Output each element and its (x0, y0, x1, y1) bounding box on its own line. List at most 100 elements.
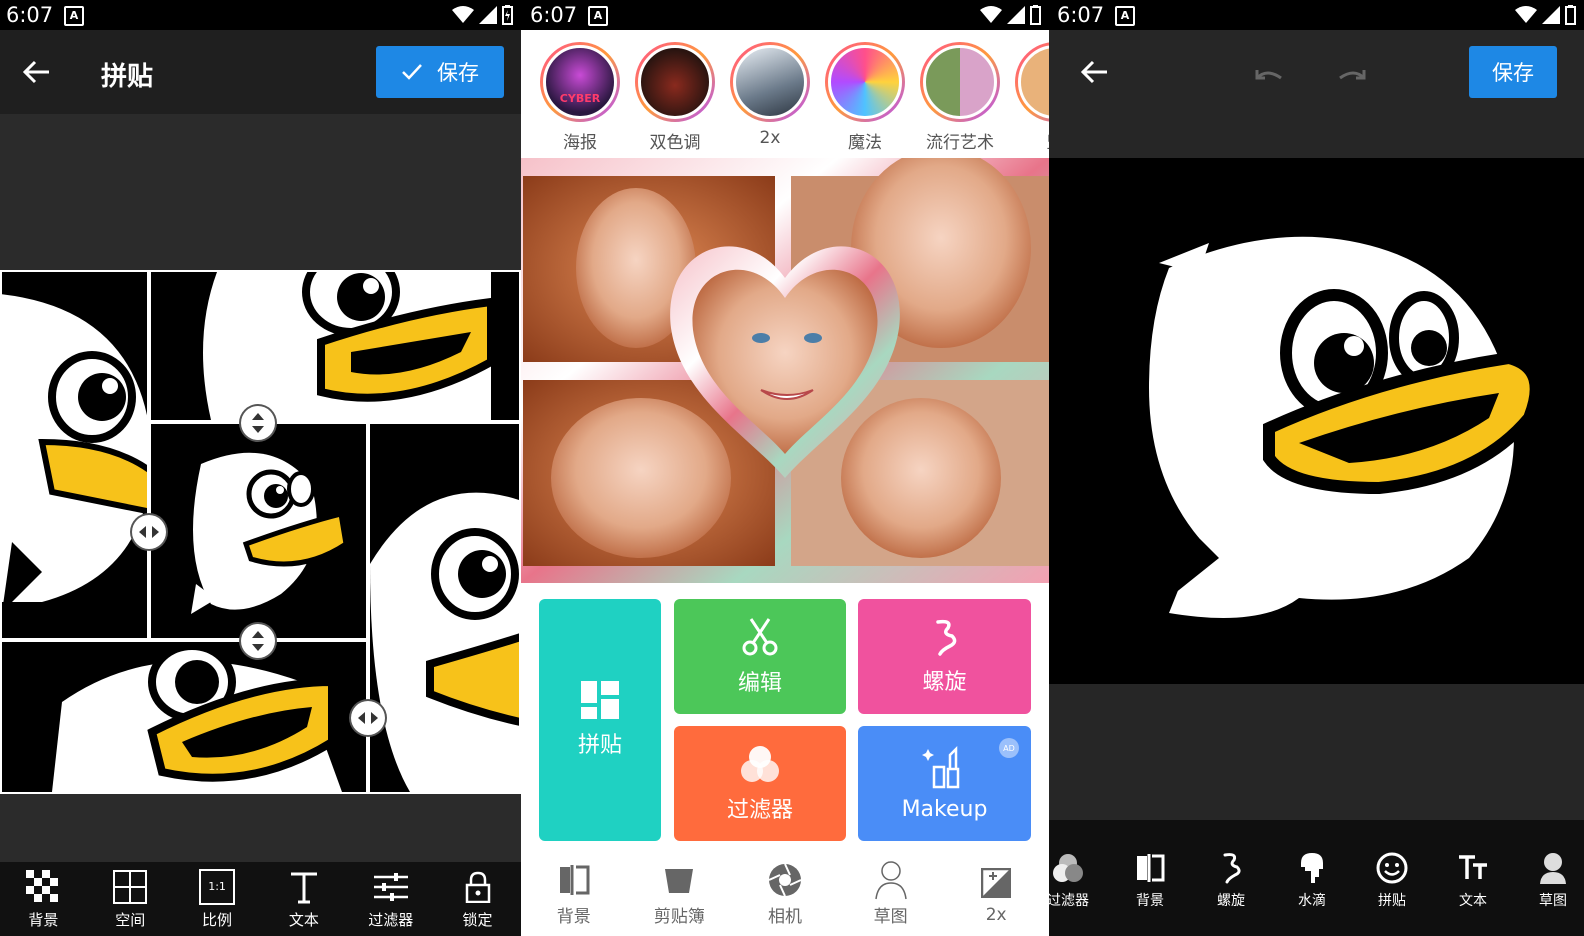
scrapbook-icon (665, 869, 694, 893)
redo-button[interactable] (1332, 58, 1372, 92)
notification-a-icon: A (1115, 6, 1135, 26)
effect-label: 魔法 (848, 133, 882, 153)
status-time: 6:07 (1057, 3, 1105, 27)
bottom-label: 2x (985, 904, 1007, 925)
battery-icon (1565, 5, 1576, 25)
tool-label: 过滤器 (1049, 893, 1089, 909)
duck-image (52, 642, 342, 792)
horizontal-resize-handle[interactable] (132, 515, 166, 549)
bottom-label: 背景 (556, 907, 591, 927)
bottom-background[interactable]: 背景 (534, 862, 614, 927)
effect-label: 坚 (1010, 128, 1050, 153)
bottom-camera[interactable]: 相机 (745, 862, 825, 927)
scissors-icon (742, 617, 778, 655)
status-time: 6:07 (530, 3, 578, 27)
effect-magic[interactable]: 魔法 (820, 42, 910, 153)
status-icons (452, 5, 513, 25)
effect-poster[interactable]: CYBER 海报 (535, 42, 625, 153)
makeup-tile-label: Makeup (901, 797, 988, 822)
lipstick-icon (921, 745, 959, 789)
tool-background[interactable]: 背景 (1115, 850, 1185, 910)
edit-tile[interactable]: 编辑 (674, 599, 846, 714)
duck-image (370, 492, 519, 792)
filter-tile[interactable]: 过滤器 (674, 726, 846, 841)
status-bar: 6:07 A (521, 0, 1049, 30)
undo-button[interactable] (1249, 58, 1289, 92)
arrow-left-icon (1081, 60, 1107, 84)
tool-filter[interactable]: 过滤器 (1049, 850, 1103, 910)
photo-canvas[interactable] (1049, 158, 1584, 684)
tool-sketch[interactable]: 草图 (1518, 850, 1584, 910)
tool-text[interactable]: 文本 (264, 869, 344, 930)
filter-icon (1053, 854, 1083, 882)
duck-image (191, 452, 349, 614)
save-button[interactable]: 保存 (376, 46, 504, 98)
status-icons (980, 5, 1041, 25)
save-button-label: 保存 (437, 61, 479, 85)
photo-editor-screen: 6:07 A 保存 过滤器 背景 螺旋 水滴 拼贴 文本 草图 (1049, 0, 1584, 936)
collage-cell[interactable] (2, 272, 147, 638)
tool-label: 空间 (115, 910, 146, 929)
battery-icon (1030, 5, 1041, 25)
horizontal-resize-handle[interactable] (351, 701, 385, 735)
lock-icon (465, 871, 490, 903)
effect-pop-art[interactable]: 流行艺术 (915, 42, 1005, 153)
effect-2x[interactable]: 2x (725, 42, 815, 148)
collage-tile-label: 拼贴 (577, 733, 622, 758)
duck-image (2, 294, 147, 612)
tool-background[interactable]: 背景 (3, 869, 83, 930)
tool-lock[interactable]: 锁定 (438, 869, 518, 930)
bottom-scrapbook[interactable]: 剪贴簿 (639, 862, 719, 927)
tool-text[interactable]: 文本 (1438, 850, 1508, 910)
text-icon (1459, 855, 1487, 879)
save-button[interactable]: 保存 (1469, 46, 1557, 98)
vertical-resize-handle[interactable] (241, 624, 275, 658)
ad-badge: AD (999, 738, 1019, 758)
collage-canvas[interactable] (0, 270, 521, 794)
tool-filter[interactable]: 过滤器 (351, 869, 431, 930)
tool-spiral[interactable]: 螺旋 (1196, 850, 1266, 910)
signal-icon (479, 6, 497, 24)
collage-cell[interactable] (370, 424, 519, 792)
up-down-arrows-icon (252, 413, 264, 433)
collage-tile[interactable]: 拼贴 (539, 599, 661, 841)
bottom-sketch[interactable]: 草图 (851, 861, 931, 927)
duck-image (1149, 236, 1542, 618)
tool-drip[interactable]: 水滴 (1277, 850, 1347, 910)
sketch-icon (874, 861, 907, 900)
smiley-icon (1376, 852, 1408, 884)
vertical-resize-handle[interactable] (241, 406, 275, 440)
tool-label: 比例 (202, 910, 233, 929)
back-button[interactable] (1071, 48, 1119, 96)
spiral-tile[interactable]: 螺旋 (858, 599, 1031, 714)
tool-label: 文本 (288, 910, 319, 929)
makeup-tile[interactable]: AD Makeup (858, 726, 1031, 841)
checkmark-icon (402, 64, 422, 80)
collage-cell[interactable] (151, 272, 519, 420)
tool-space[interactable]: 空间 (90, 869, 170, 930)
duck-image (203, 272, 495, 420)
collage-toolbar: 背景 空间 1:1 比例 文本 过滤器 锁定 (0, 862, 521, 936)
tool-collage[interactable]: 拼贴 (1357, 850, 1427, 910)
back-button[interactable] (13, 48, 61, 96)
checkerboard-icon (26, 869, 59, 902)
collage-cell[interactable] (2, 642, 366, 792)
redo-icon (1339, 70, 1366, 80)
effect-label: 流行艺术 (926, 133, 994, 153)
tool-label: 过滤器 (368, 910, 414, 929)
bottom-2x[interactable]: 2x (956, 865, 1036, 925)
effect-more[interactable]: 坚 (1010, 42, 1049, 153)
effects-carousel[interactable]: CYBER 海报 双色调 2x 魔法 流行艺术 坚 (521, 30, 1049, 158)
top-toolbar: 拼贴 保存 (0, 30, 521, 114)
status-bar: 6:07 A (0, 0, 521, 30)
effect-label: 海报 (563, 133, 597, 153)
collage-editor-screen: 6:07 A 拼贴 保存 背景 空间 1:1 比例 文本 过滤器 锁定 (0, 0, 521, 936)
featured-collage-image[interactable] (521, 158, 1049, 583)
spiral-icon (1223, 853, 1241, 884)
effect-duotone[interactable]: 双色调 (630, 42, 720, 153)
tool-label: 螺旋 (1217, 893, 1245, 909)
save-button-label: 保存 (1492, 61, 1534, 85)
collage-cell[interactable] (151, 424, 366, 638)
effect-label: 2x (759, 128, 781, 148)
tool-ratio[interactable]: 1:1 比例 (177, 868, 257, 930)
